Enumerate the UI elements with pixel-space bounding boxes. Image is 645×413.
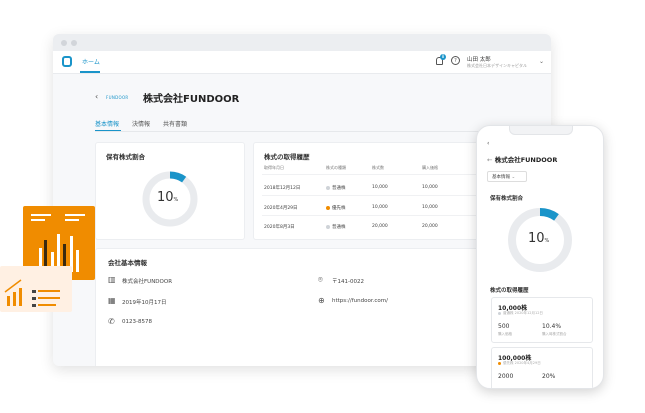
tab-shared-docs[interactable]: 共有書類: [163, 119, 187, 128]
holding-percent-value: 10: [157, 190, 174, 205]
mobile-back-arrow-icon[interactable]: ←: [487, 156, 492, 164]
mobile-holding-percent: 10%: [528, 231, 549, 246]
mobile-percent-value: 10: [528, 231, 545, 246]
status-dot: [326, 185, 330, 190]
mobile-card-val2: 10.4%: [542, 323, 562, 330]
row-type-label: 普通株: [332, 225, 346, 230]
mobile-card-sub: 普通株 2020年12月12日: [498, 311, 543, 316]
tab-divider: [95, 131, 509, 132]
nav-active-indicator: [80, 71, 100, 73]
mobile-holding-title: 保有株式割合: [490, 196, 524, 202]
notification-badge: 8: [440, 54, 446, 60]
company-phone: 0123-8578: [122, 319, 152, 325]
growth-chart-illustration: [0, 266, 72, 312]
company-name: 株式会社FUNDOOR: [122, 279, 173, 285]
window-chrome: [53, 34, 551, 51]
col-price: 購入価格: [422, 165, 438, 170]
tab-basic-info[interactable]: 基本情報: [95, 119, 119, 128]
status-dot: [326, 224, 330, 229]
row-type: 普通株: [326, 224, 346, 230]
row-price: 20,000: [422, 224, 438, 229]
mobile-tab-select[interactable]: 基本情報 ⌄: [487, 171, 527, 182]
phone-icon: ✆: [108, 317, 115, 326]
status-dot: [498, 361, 501, 365]
mobile-back-icon[interactable]: ‹: [487, 140, 489, 147]
row-price: 10,000: [422, 185, 438, 190]
app-logo-icon[interactable]: [62, 56, 72, 67]
holding-percent-unit: %: [173, 197, 179, 203]
history-title: 株式の取得履歴: [264, 153, 310, 161]
holding-percent: 10%: [157, 190, 178, 205]
mobile-card-lbl2: 購入時株式割合: [542, 332, 567, 336]
mobile-card-val1: 2000: [498, 373, 514, 380]
row-type-label: 普通株: [332, 186, 346, 191]
mobile-card-sub-text: 優先株 2020年4月29日: [503, 361, 541, 365]
help-icon[interactable]: ?: [451, 56, 460, 65]
chevron-down-icon: ⌄: [511, 175, 516, 180]
mobile-card-sub-text: 普通株 2020年12月12日: [503, 311, 543, 315]
col-date: 取得年月日: [264, 165, 284, 170]
status-dot: [326, 205, 330, 210]
globe-icon: ⊕: [318, 296, 325, 305]
page-title: 株式会社FUNDOOR: [143, 94, 240, 105]
building-icon: ▥: [108, 275, 116, 284]
window-dot: [61, 40, 67, 46]
row-shares: 20,000: [372, 224, 388, 229]
mobile-mockup: ‹ ← 株式会社FUNDOOR 基本情報 ⌄ 保有株式割合 10% 株式の取得履…: [476, 125, 604, 389]
company-url[interactable]: https://fundoor.com/: [332, 298, 388, 304]
mobile-history-card[interactable]: 100,000株 優先株 2020年4月29日 2000 20%: [491, 347, 593, 388]
nav-home[interactable]: ホーム: [82, 57, 100, 66]
window-dot: [71, 40, 77, 46]
company-info-title: 会社基本情報: [108, 259, 147, 267]
col-type: 株式の種類: [326, 165, 346, 170]
mobile-percent-unit: %: [544, 238, 550, 244]
row-type: 優先株: [326, 205, 346, 211]
postal-code: 〒141-0022: [332, 279, 364, 285]
user-name[interactable]: 山田 太郎: [467, 55, 491, 63]
mobile-card-lbl1: 購入価格: [498, 332, 512, 336]
row-type-label: 優先株: [332, 206, 346, 211]
row-date: 2020年4月29日: [264, 206, 298, 211]
mobile-history-title: 株式の取得履歴: [490, 288, 529, 294]
founded-date: 2019年10月17日: [122, 300, 167, 306]
mobile-card-sub: 優先株 2020年4月29日: [498, 361, 541, 366]
user-company: 株式会社日本デザインキャピタル: [467, 63, 527, 68]
chevron-down-icon[interactable]: ⌄: [539, 58, 544, 65]
growth-chart-illustration-icon: [4, 279, 60, 307]
row-price: 10,000: [422, 205, 438, 210]
mobile-title-text: 株式会社FUNDOOR: [494, 156, 558, 164]
status-dot: [498, 311, 501, 315]
mobile-card-val1: 500: [498, 323, 510, 330]
back-chevron-icon[interactable]: ‹: [95, 92, 98, 101]
row-shares: 10,000: [372, 205, 388, 210]
row-type: 普通株: [326, 185, 346, 191]
company-logo: FUNDOOR: [106, 95, 129, 100]
row-date: 2018年12月12日: [264, 186, 301, 191]
mobile-history-card[interactable]: 10,000株 普通株 2020年12月12日 500 購入価格 10.4% 購…: [491, 297, 593, 343]
mobile-card-val2: 20%: [542, 373, 556, 380]
col-shares: 株式数: [372, 165, 384, 170]
row-shares: 10,000: [372, 185, 388, 190]
phone-notch: [509, 126, 573, 135]
holding-ratio-card: 保有株式割合 10%: [95, 142, 245, 240]
calendar-icon: ▦: [108, 296, 116, 305]
row-date: 2020年8月3日: [264, 225, 295, 230]
mobile-select-label: 基本情報: [492, 175, 510, 180]
tab-stock-info[interactable]: 決情報: [132, 119, 150, 128]
top-navbar: ホーム 8 ? 山田 太郎 株式会社日本デザインキャピタル ⌄: [53, 51, 551, 74]
location-pin-icon: ⌾: [318, 275, 323, 284]
mobile-page-title: ← 株式会社FUNDOOR: [487, 154, 557, 164]
